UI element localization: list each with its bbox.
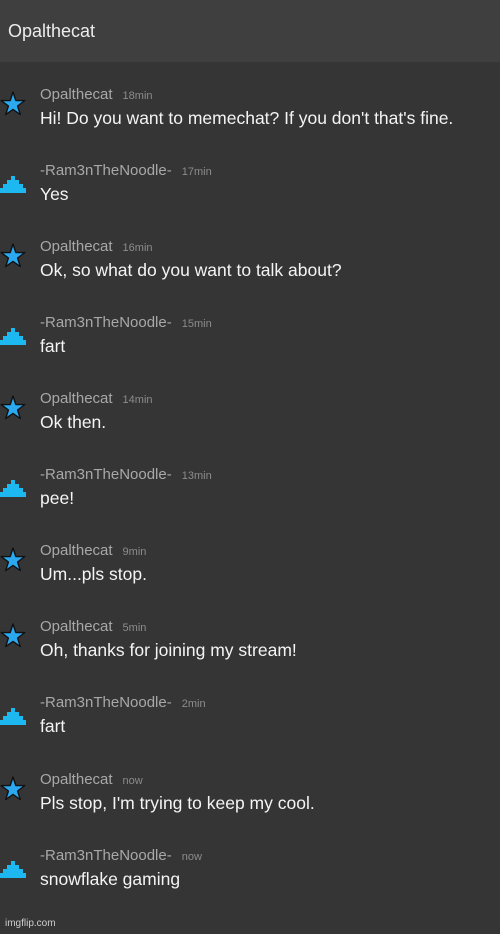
message-author[interactable]: -Ram3nTheNoodle-: [40, 466, 172, 483]
message-meta: Opalthecat 14min: [40, 390, 153, 409]
avatar[interactable]: [0, 242, 26, 272]
message-time: 2min: [181, 698, 206, 710]
message-meta: -Ram3nTheNoodle- 13min: [40, 466, 212, 485]
message-author[interactable]: -Ram3nTheNoodle-: [40, 847, 172, 864]
message-time: now: [181, 851, 202, 863]
pixel-pyramid-icon: [0, 480, 26, 497]
avatar[interactable]: [0, 775, 26, 805]
message-author[interactable]: Opalthecat: [40, 542, 113, 559]
chat-message: -Ram3nTheNoodle-now snowflake gaming: [0, 847, 500, 911]
message-author[interactable]: -Ram3nTheNoodle-: [40, 694, 172, 711]
star-icon: [0, 776, 26, 801]
avatar[interactable]: [0, 546, 26, 576]
star-icon: [0, 623, 26, 648]
chat-message: -Ram3nTheNoodle- 2min fart: [0, 694, 500, 758]
pixel-pyramid-icon: [0, 176, 26, 193]
chat-title: Opalthecat: [8, 21, 96, 41]
star-icon: [0, 243, 26, 268]
avatar[interactable]: [0, 470, 26, 500]
message-author[interactable]: Opalthecat: [40, 86, 113, 103]
message-text: pee!: [40, 488, 75, 508]
message-author[interactable]: Opalthecat: [40, 238, 113, 255]
message-time: 17min: [181, 166, 212, 178]
avatar[interactable]: [0, 394, 26, 424]
pixel-pyramid-icon: [0, 861, 26, 878]
star-icon: [0, 91, 26, 116]
message-author[interactable]: Opalthecat: [40, 618, 113, 635]
avatar[interactable]: [0, 318, 26, 348]
pixel-pyramid-icon: [0, 328, 26, 345]
message-text: Ok, so what do you want to talk about?: [40, 260, 342, 280]
message-meta: -Ram3nTheNoodle- 17min: [40, 162, 212, 181]
chat-message: Opalthecat 5min Oh, thanks for joining my…: [0, 618, 500, 682]
message-time: now: [122, 775, 143, 787]
message-time: 15min: [181, 318, 212, 330]
message-meta: Opalthecat 5min: [40, 618, 146, 637]
message-meta: Opalthecat 16min: [40, 238, 153, 257]
message-time: 9min: [122, 546, 147, 558]
message-author[interactable]: Opalthecat: [40, 771, 113, 788]
message-meta: -Ram3nTheNoodle-now: [40, 847, 202, 866]
message-text: Um...pls stop.: [40, 564, 147, 584]
chat-header: Opalthecat: [0, 0, 500, 62]
message-meta: Opalthecat 9min: [40, 542, 146, 561]
chat-message: Opalthecat now Pls stop, I'm trying to ke…: [0, 771, 500, 835]
message-text: Ok then.: [40, 412, 107, 432]
message-text: Hi! Do you want to memechat? If you don'…: [40, 108, 454, 128]
chat-message: Opalthecat 18min Hi! Do you want to memec…: [0, 86, 500, 150]
chat-message: Opalthecat 9min Um...pls stop.: [0, 542, 500, 606]
message-meta: Opalthecat 18min: [40, 86, 153, 105]
message-time: 16min: [122, 242, 153, 254]
avatar[interactable]: [0, 166, 26, 196]
message-time: 13min: [181, 470, 212, 482]
message-text: snowflake gaming: [40, 869, 181, 889]
star-icon: [0, 547, 26, 572]
avatar[interactable]: [0, 622, 26, 652]
message-meta: -Ram3nTheNoodle- 2min: [40, 694, 206, 713]
message-text: Oh, thanks for joining my stream!: [40, 640, 297, 660]
message-time: 14min: [122, 394, 153, 406]
chat-message: -Ram3nTheNoodle- 17min Yes: [0, 162, 500, 226]
pixel-pyramid-icon: [0, 708, 26, 725]
message-author[interactable]: Opalthecat: [40, 390, 113, 407]
avatar[interactable]: [0, 90, 26, 120]
avatar[interactable]: [0, 851, 26, 881]
message-author[interactable]: -Ram3nTheNoodle-: [40, 314, 172, 331]
message-text: fart: [40, 336, 66, 356]
watermark: imgflip.com: [5, 918, 56, 929]
chat-message: -Ram3nTheNoodle- 15min fart: [0, 314, 500, 378]
message-text: fart: [40, 716, 66, 736]
message-meta: Opalthecat now: [40, 771, 143, 790]
message-author[interactable]: -Ram3nTheNoodle-: [40, 162, 172, 179]
chat-message: Opalthecat 14min Ok then.: [0, 390, 500, 454]
message-text: Pls stop, I'm trying to keep my cool.: [40, 793, 315, 813]
message-text: Yes: [40, 184, 69, 204]
star-icon: [0, 395, 26, 420]
chat-message: Opalthecat 16min Ok, so what do you want …: [0, 238, 500, 302]
message-meta: -Ram3nTheNoodle- 15min: [40, 314, 212, 333]
chat-message: -Ram3nTheNoodle- 13min pee!: [0, 466, 500, 530]
message-time: 18min: [122, 90, 153, 102]
message-time: 5min: [122, 622, 147, 634]
avatar[interactable]: [0, 698, 26, 728]
